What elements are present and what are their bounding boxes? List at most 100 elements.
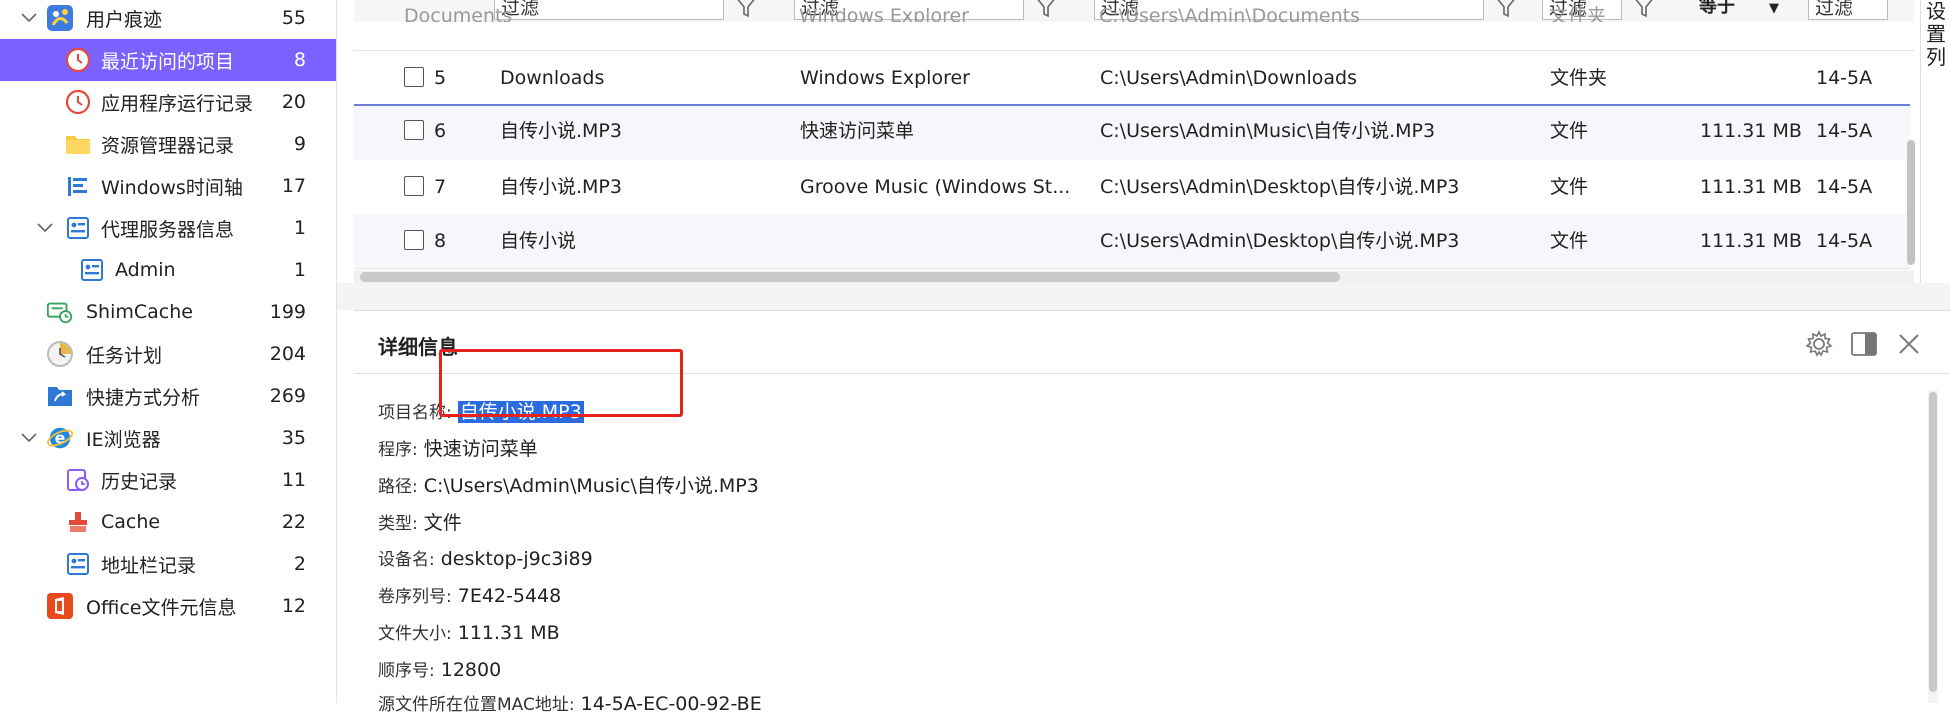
- user-traces-icon: [46, 4, 74, 32]
- history-icon: [64, 466, 92, 494]
- tree-item-count: 199: [269, 301, 306, 323]
- size-operator-select[interactable]: 等于 ▼: [1699, 0, 1779, 18]
- field-value[interactable]: 111.31 MB: [458, 622, 560, 644]
- detail-field-file-size: 文件大小: 111.31 MB: [378, 619, 560, 644]
- row-checkbox[interactable]: [404, 176, 424, 196]
- table-horizontal-scrollbar[interactable]: [360, 272, 1340, 282]
- partial-row-program: Windows Explorer: [799, 5, 969, 23]
- tree-item-label: 应用程序运行记录: [101, 92, 254, 115]
- field-key: 类型:: [378, 514, 418, 534]
- annotation-highlight-box: [439, 349, 683, 417]
- tree-item-count: 1: [293, 259, 306, 281]
- tree-item-explorer-log[interactable]: 资源管理器记录 9: [0, 123, 336, 165]
- table-row[interactable]: 7 自传小说.MP3 Groove Music (Windows St... C…: [354, 160, 1910, 215]
- clock-icon: [64, 46, 92, 74]
- cell-time: 14-5A: [1816, 67, 1873, 89]
- field-key: 路径:: [378, 477, 418, 497]
- tree-item-count: 20: [281, 91, 306, 113]
- field-value[interactable]: desktop-j9c3i89: [441, 548, 593, 570]
- cell-size: 111.31 MB: [1700, 176, 1802, 198]
- chevron-down-icon[interactable]: [20, 9, 38, 27]
- field-value[interactable]: 14-5A-EC-00-92-BE: [581, 693, 762, 715]
- chevron-down-icon[interactable]: [36, 219, 54, 237]
- filter-icon[interactable]: [1632, 0, 1656, 18]
- tree-item-history[interactable]: 历史记录 11: [0, 459, 336, 501]
- tree-item-label: 地址栏记录: [101, 554, 197, 577]
- cell-path: C:\Users\Admin\Music\自传小说.MP3: [1100, 120, 1436, 142]
- detail-vertical-scrollbar[interactable]: [1929, 392, 1937, 692]
- tree-item-label: 资源管理器记录: [101, 134, 235, 157]
- cell-type: 文件: [1550, 120, 1589, 142]
- cache-icon: [64, 508, 92, 536]
- cell-path: C:\Users\Admin\Desktop\自传小说.MP3: [1100, 230, 1460, 252]
- shimcache-icon: [46, 298, 74, 326]
- field-value[interactable]: 文件: [424, 512, 462, 534]
- tree-item-count: 17: [281, 175, 306, 197]
- partial-row-type: 文件夹: [1549, 5, 1607, 23]
- column-settings-button[interactable]: 设置列: [1920, 0, 1950, 283]
- tree-item-address-bar[interactable]: 地址栏记录 2: [0, 543, 336, 585]
- table-row-selected[interactable]: 6 自传小说.MP3 快速访问菜单 C:\Users\Admin\Music\自…: [354, 104, 1910, 162]
- panel-splitter[interactable]: [337, 283, 1950, 310]
- column-settings-label: 设置列: [1926, 0, 1946, 69]
- filter-icon[interactable]: [1494, 0, 1518, 18]
- table-row[interactable]: 8 自传小说 C:\Users\Admin\Desktop\自传小说.MP3 文…: [354, 214, 1910, 269]
- cell-path: C:\Users\Admin\Desktop\自传小说.MP3: [1100, 176, 1460, 198]
- table-row[interactable]: 5 Downloads Windows Explorer C:\Users\Ad…: [354, 51, 1910, 106]
- tree-item-label: 历史记录: [101, 470, 178, 493]
- tree-item-recent-items[interactable]: 最近访问的项目 8: [0, 39, 336, 81]
- row-checkbox[interactable]: [404, 67, 424, 87]
- cell-time: 14-5A: [1816, 176, 1873, 198]
- filter-icon[interactable]: [1034, 0, 1058, 18]
- tree-item-label: ShimCache: [86, 301, 193, 323]
- cell-index: 8: [434, 230, 447, 252]
- detail-field-sequence-number: 顺序号: 12800: [378, 656, 501, 681]
- filter-input-name[interactable]: 过滤: [494, 0, 724, 20]
- tree-item-label: 代理服务器信息: [101, 218, 235, 241]
- detail-field-volume-serial: 卷序列号: 7E42-5448: [378, 582, 561, 607]
- chevron-down-icon[interactable]: [20, 429, 38, 447]
- split-view-icon[interactable]: [1849, 329, 1879, 359]
- gear-icon[interactable]: [1804, 329, 1834, 359]
- tree-item-ie-browser[interactable]: e IE浏览器 35: [0, 417, 336, 459]
- filter-row: 过滤 过滤 过滤 过滤 等于 ▼ 过滤 Documents Windows Exp…: [354, 0, 1914, 23]
- field-key: 文件大小:: [378, 624, 452, 644]
- tree-item-admin[interactable]: Admin 1: [0, 249, 336, 291]
- sidebar-tree: 用户痕迹 55 最近访问的项目 8 应用程序运行记录 20 资源管理器记录 9 …: [0, 0, 337, 703]
- proxy-icon: [64, 214, 92, 242]
- tree-item-count: 2: [293, 553, 306, 575]
- tree-item-task-schedule[interactable]: 任务计划 204: [0, 333, 336, 375]
- tree-item-count: 12: [281, 595, 306, 617]
- cell-type: 文件夹: [1550, 67, 1608, 89]
- cell-name: Downloads: [500, 67, 605, 89]
- row-checkbox[interactable]: [404, 120, 424, 140]
- field-key: 顺序号:: [378, 661, 435, 681]
- tree-item-office-meta[interactable]: Office文件元信息 12: [0, 585, 336, 627]
- tree-item-shimcache[interactable]: ShimCache 199: [0, 291, 336, 333]
- tree-item-label: Windows时间轴: [101, 176, 243, 199]
- field-value[interactable]: 12800: [441, 659, 501, 681]
- tree-item-proxy-info[interactable]: 代理服务器信息 1: [0, 207, 336, 249]
- tree-item-label: 任务计划: [86, 344, 163, 367]
- tree-item-windows-timeline[interactable]: Windows时间轴 17: [0, 165, 336, 207]
- folder-icon: [64, 130, 92, 158]
- cell-index: 7: [434, 176, 447, 198]
- field-value[interactable]: C:\Users\Admin\Music\自传小说.MP3: [424, 475, 759, 497]
- cell-name: 自传小说: [500, 230, 577, 252]
- cell-time: 14-5A: [1816, 120, 1873, 142]
- close-icon[interactable]: [1894, 329, 1924, 359]
- tree-item-app-run-log[interactable]: 应用程序运行记录 20: [0, 81, 336, 123]
- field-value[interactable]: 7E42-5448: [458, 585, 561, 607]
- tree-item-shortcut-analysis[interactable]: 快捷方式分析 269: [0, 375, 336, 417]
- tree-item-user-traces[interactable]: 用户痕迹 55: [0, 0, 336, 39]
- row-checkbox[interactable]: [404, 230, 424, 250]
- filter-input-time[interactable]: 过滤: [1808, 0, 1888, 20]
- tree-item-cache[interactable]: Cache 22: [0, 501, 336, 543]
- field-value[interactable]: 快速访问菜单: [424, 438, 538, 460]
- field-key: 设备名:: [378, 550, 435, 570]
- table-vertical-scrollbar[interactable]: [1907, 140, 1915, 265]
- cell-type: 文件: [1550, 176, 1589, 198]
- filter-icon[interactable]: [734, 0, 758, 18]
- detail-field-program: 程序: 快速访问菜单: [378, 434, 538, 461]
- tree-item-count: 9: [293, 133, 306, 155]
